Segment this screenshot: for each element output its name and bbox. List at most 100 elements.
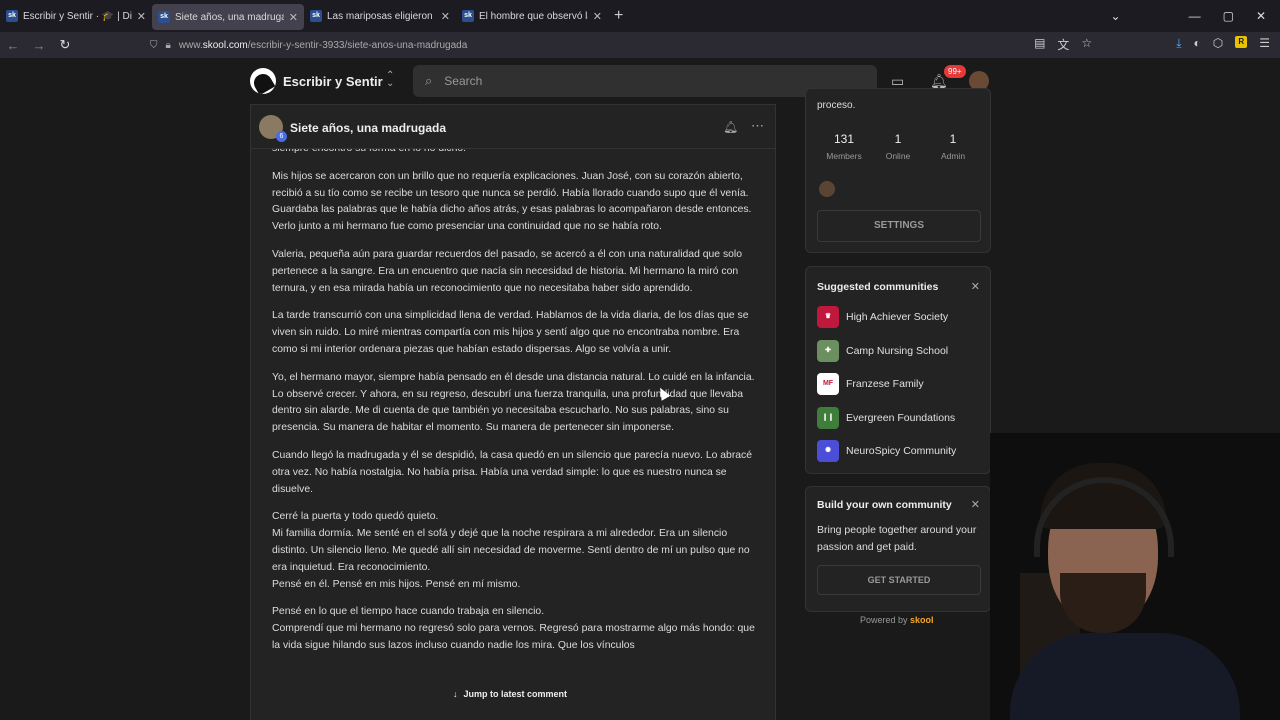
stat-label: Online: [885, 151, 911, 161]
skool-favicon-icon: sk: [6, 10, 18, 22]
post-title: Siete años, una madrugada: [290, 121, 447, 135]
post-paragraph: Yo, el hermano mayor, siempre había pens…: [272, 371, 755, 434]
community-icon: ❙❙: [817, 406, 839, 429]
extension-r-icon[interactable]: R: [1235, 36, 1248, 48]
community-item[interactable]: ♛ High Achiever Society: [817, 305, 948, 329]
powered-by[interactable]: Powered by skool: [860, 615, 934, 625]
post-paragraph: Mi familia dormía. Me senté en el sofá y…: [272, 528, 750, 573]
stat-label: Members: [826, 151, 862, 161]
tab-list: sk Escribir y Sentir · 🎓 | Dinámica ✕ sk Sie…: [0, 0, 608, 32]
close-tab-icon[interactable]: ✕: [289, 11, 298, 24]
follow-bell-icon[interactable]: 🔔︎: [723, 120, 738, 134]
close-tab-icon[interactable]: ✕: [137, 10, 146, 23]
group-name[interactable]: Escribir y Sentir: [283, 74, 383, 89]
post-paragraph: Mis hijos se acercaron con un brillo que…: [272, 170, 752, 233]
post-paragraph: Valeria, pequeña aún para guardar recuer…: [272, 248, 743, 294]
back-button[interactable]: ←: [0, 38, 26, 53]
window-controls: ⌄ — ▢ ✕: [1111, 0, 1280, 32]
download-icon[interactable]: ⤓: [1176, 36, 1181, 53]
search-icon: ⌕: [425, 73, 433, 88]
forward-button[interactable]: →: [26, 38, 52, 53]
close-icon[interactable]: ✕: [971, 498, 980, 511]
community-name: Evergreen Foundations: [846, 411, 956, 424]
community-item[interactable]: ✺ NeuroSpicy Community: [817, 439, 956, 463]
settings-button[interactable]: SETTINGS: [817, 210, 981, 242]
person-body: [1010, 633, 1240, 720]
post-paragraph: Comprendí que mi hermano no regresó solo…: [272, 623, 755, 651]
stat-value: 1: [894, 132, 902, 146]
browser-tab[interactable]: sk Siete años, una madrugada · Es ✕: [152, 4, 304, 30]
minimize-button[interactable]: —: [1189, 9, 1201, 23]
group-switcher-icon[interactable]: ⌃ ⌄: [386, 71, 394, 89]
translate-icon[interactable]: 文: [1057, 36, 1069, 53]
reader-view-icon[interactable]: ▤: [1034, 36, 1045, 53]
extensions-icon[interactable]: ⬡: [1213, 36, 1223, 53]
address-bar[interactable]: ⛉ 🔒︎ www.skool.com/escribir-y-sentir-393…: [150, 35, 467, 55]
member-avatar[interactable]: [819, 181, 835, 197]
site-header: Escribir y Sentir ⌃⌄ ⌕ ▭ 🔔︎ 99+: [0, 58, 1280, 104]
post-paragraph: La tarde transcurrió con una simplicidad…: [272, 310, 749, 355]
search-input[interactable]: [444, 74, 845, 88]
close-icon[interactable]: ✕: [971, 280, 980, 293]
build-community-card: Build your own community ✕ Bring people …: [805, 486, 991, 612]
close-tab-icon[interactable]: ✕: [593, 10, 602, 23]
build-description: Bring people together around your passio…: [817, 524, 977, 553]
level-badge: 6: [276, 131, 287, 142]
tab-title: Las mariposas eligieron IV · Esc: [327, 10, 436, 22]
post-body: siempre encontró su forma en lo no dicho…: [272, 141, 756, 666]
community-icon: ♛: [817, 306, 839, 328]
community-item[interactable]: MF Franzese Family: [817, 372, 924, 396]
get-started-button[interactable]: GET STARTED: [817, 565, 981, 595]
close-window-button[interactable]: ✕: [1256, 9, 1266, 23]
community-icon: ✚: [817, 339, 839, 362]
build-title: Build your own community: [817, 499, 952, 511]
community-icon: MF: [817, 373, 839, 395]
new-tab-button[interactable]: +: [614, 7, 623, 25]
suggested-title: Suggested communities: [817, 281, 939, 293]
toolbar-icons: ▤ 文 ☆ ⤓ ◐ ⬡ R ☰: [1034, 36, 1270, 53]
group-stats-card: proceso. 131 Members 1 Online 1 Admin SETTI…: [805, 88, 991, 253]
about-text-tail: proceso.: [817, 100, 856, 111]
page: Escribir y Sentir ⌃⌄ ⌕ ▭ 🔔︎ 99+ 6 Siete …: [0, 58, 1280, 720]
browser-tab[interactable]: sk Escribir y Sentir · 🎓 | Dinámica ✕: [0, 0, 152, 32]
stat-value: 131: [833, 132, 855, 146]
shield-icon: ⛉: [150, 39, 158, 51]
reload-button[interactable]: ↻: [52, 37, 78, 53]
url-text: www.skool.com/escribir-y-sentir-3933/sie…: [178, 39, 468, 51]
community-item[interactable]: ❙❙ Evergreen Foundations: [817, 406, 955, 430]
group-logo[interactable]: [250, 68, 276, 94]
tab-bar: sk Escribir y Sentir · 🎓 | Dinámica ✕ sk Sie…: [0, 0, 1280, 32]
browser-tab[interactable]: sk Las mariposas eligieron IV · Esc ✕: [304, 0, 456, 32]
post-paragraph: Cerré la puerta y todo quedó quieto.: [272, 511, 439, 523]
post-paragraph: Pensé en lo que el tiempo hace cuando tr…: [272, 606, 545, 618]
stat-value: 1: [949, 132, 957, 146]
community-name: Camp Nursing School: [846, 344, 949, 357]
community-name: NeuroSpicy Community: [846, 445, 957, 457]
more-options-icon[interactable]: ⋯: [751, 118, 764, 134]
menu-icon[interactable]: ☰: [1259, 36, 1270, 53]
skool-logo: skool: [910, 615, 934, 625]
jump-label: Jump to latest comment: [463, 689, 568, 699]
privacy-icon[interactable]: ◐: [1194, 36, 1201, 53]
stat-members: 131 Members: [814, 132, 874, 161]
stat-admin: 1 Admin: [923, 132, 983, 161]
tab-list-chevron-icon[interactable]: ⌄: [1111, 9, 1121, 23]
jump-to-latest-button[interactable]: ↓ Jump to latest comment: [447, 685, 574, 703]
arrow-down-icon: ↓: [453, 689, 458, 699]
skool-favicon-icon: sk: [310, 10, 322, 22]
post-paragraph: Cuando llegó la madrugada y él se despid…: [272, 449, 753, 495]
community-name: High Achiever Society: [846, 311, 949, 323]
skool-favicon-icon: sk: [158, 11, 170, 23]
skool-favicon-icon: sk: [462, 10, 474, 22]
close-tab-icon[interactable]: ✕: [441, 10, 450, 23]
browser-tab[interactable]: sk El hombre que observó la luz I · ✕: [456, 0, 608, 32]
post-card: 6 Siete años, una madrugada 🔔︎ ⋯ siempre…: [250, 104, 776, 720]
maximize-button[interactable]: ▢: [1223, 9, 1234, 23]
notification-badge: 99+: [944, 65, 966, 78]
bookmark-star-icon[interactable]: ☆: [1081, 36, 1092, 53]
stat-label: Admin: [940, 151, 966, 161]
suggested-communities-card: Suggested communities ✕ ♛ High Achiever S…: [805, 266, 991, 474]
webcam-overlay: [990, 433, 1280, 720]
community-item[interactable]: ✚ Camp Nursing School: [817, 339, 948, 363]
nav-bar: ← → ↻ ⛉ 🔒︎ www.skool.com/escribir-y-sent…: [0, 32, 1280, 58]
